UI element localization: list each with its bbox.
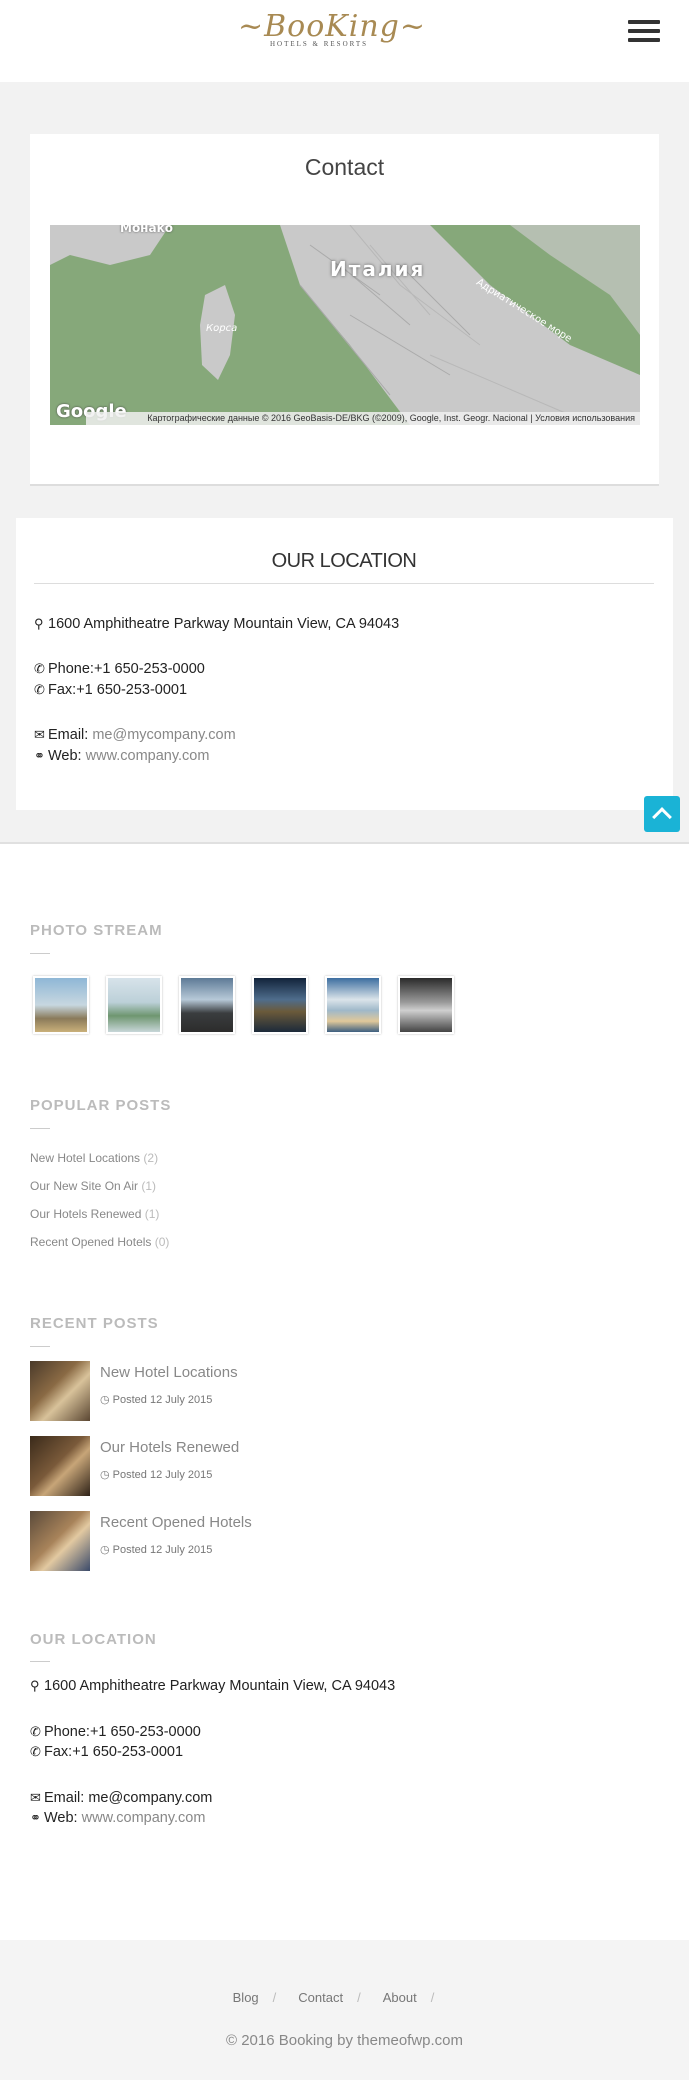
site-footer: Blog / Contact / About / © 2016 Booking by th… [0, 1940, 689, 2080]
recent-post-title[interactable]: Our Hotels Renewed [100, 1439, 239, 1456]
recent-post-date: ◷ Posted 12 July 2015 [100, 1394, 213, 1406]
fax-text: Fax:+1 650-253-0001 [48, 682, 188, 698]
widget-rule [30, 1346, 50, 1347]
hamburger-icon[interactable] [628, 20, 660, 44]
footer-phone-line: ✆ Phone:+1 650-253-0000 [30, 1724, 201, 1740]
post-thumbnail[interactable] [30, 1361, 90, 1421]
phone-icon: ✆ [34, 682, 45, 697]
web-label: Web: [48, 748, 82, 764]
contact-card: Contact Монако Италия Корса Адриатическо… [30, 134, 659, 486]
recent-post-title[interactable]: New Hotel Locations [100, 1364, 238, 1381]
footer-web-line: ⚭ Web: www.company.com [30, 1810, 206, 1826]
widget-rule [30, 953, 50, 954]
photo-thumbnail[interactable] [252, 976, 308, 1034]
clock-icon: ◷ [100, 1469, 110, 1481]
widget-rule [30, 1661, 50, 1662]
recent-post-title[interactable]: Recent Opened Hotels [100, 1514, 252, 1531]
web-link[interactable]: www.company.com [86, 748, 210, 764]
email-line: ✉ Email: me@mycompany.com [34, 727, 236, 743]
footer-location-title: OUR LOCATION [30, 1631, 157, 1648]
address-line: ⚲ 1600 Amphitheatre Parkway Mountain View… [34, 616, 399, 632]
address-text: 1600 Amphitheatre Parkway Mountain View,… [48, 616, 400, 632]
email-link[interactable]: me@mycompany.com [92, 727, 235, 743]
web-line: ⚭ Web: www.company.com [34, 748, 209, 764]
phone-text: Phone:+1 650-253-0000 [48, 661, 205, 677]
popular-post-item[interactable]: Recent Opened Hotels (0) [30, 1235, 169, 1249]
photo-thumbnail[interactable] [179, 976, 235, 1034]
footer-fax-line: ✆ Fax:+1 650-253-0001 [30, 1744, 184, 1760]
map-marker-icon: ⚲ [34, 616, 44, 631]
widget-rule [30, 1128, 50, 1129]
phone-line: ✆ Phone:+1 650-253-0000 [34, 661, 205, 677]
recent-post-date: ◷ Posted 12 July 2015 [100, 1544, 213, 1556]
footer-link-blog[interactable]: Blog [233, 1990, 259, 2005]
fax-line: ✆ Fax:+1 650-253-0001 [34, 682, 187, 698]
scroll-to-top-button[interactable] [644, 796, 680, 832]
photo-stream-title: PHOTO STREAM [30, 922, 163, 939]
photo-thumbnail[interactable] [398, 976, 454, 1034]
footer-link-contact[interactable]: Contact [298, 1990, 343, 2005]
location-card: OUR LOCATION ⚲ 1600 Amphitheatre Parkway … [16, 518, 673, 810]
recent-posts-title: RECENT POSTS [30, 1315, 159, 1332]
map-marker-icon: ⚲ [30, 1678, 40, 1693]
popular-post-item[interactable]: New Hotel Locations (2) [30, 1151, 158, 1165]
google-map[interactable]: Монако Италия Корса Адриатическое море G… [50, 225, 640, 425]
map-label-city: Монако [120, 225, 173, 235]
map-label-country: Италия [330, 257, 426, 281]
footer-web-link[interactable]: www.company.com [82, 1810, 206, 1826]
footer-email-line[interactable]: ✉ Email: me@company.com [30, 1790, 212, 1806]
footer-address-line: ⚲ 1600 Amphitheatre Parkway Mountain View… [30, 1678, 396, 1694]
post-thumbnail[interactable] [30, 1436, 90, 1496]
recent-post-date: ◷ Posted 12 July 2015 [100, 1469, 213, 1481]
photo-thumbnail[interactable] [325, 976, 381, 1034]
email-label: Email: [48, 727, 89, 743]
popular-posts-title: POPULAR POSTS [30, 1097, 172, 1114]
site-header: ~BooKing~ HOTELS & RESORTS [0, 0, 689, 82]
footer-link-about[interactable]: About [383, 1990, 417, 2005]
clock-icon: ◷ [100, 1544, 110, 1556]
page-title: Contact [304, 154, 385, 180]
chevron-up-icon [652, 807, 672, 827]
popular-post-item[interactable]: Our Hotels Renewed (1) [30, 1207, 159, 1221]
photo-thumbnail[interactable] [33, 976, 89, 1034]
popular-post-item[interactable]: Our New Site On Air (1) [30, 1179, 156, 1193]
post-thumbnail[interactable] [30, 1511, 90, 1571]
link-icon: ⚭ [34, 748, 45, 763]
link-icon: ⚭ [30, 1810, 41, 1825]
photo-thumbnail[interactable] [106, 976, 162, 1034]
phone-icon: ✆ [34, 661, 45, 676]
footer-nav: Blog / Contact / About / [232, 1990, 435, 2005]
phone-icon: ✆ [30, 1724, 41, 1739]
envelope-icon: ✉ [34, 727, 45, 742]
location-title: OUR LOCATION [34, 550, 654, 584]
site-logo[interactable]: ~BooKing~ HOTELS & RESORTS [238, 9, 426, 58]
logo-text: ~BooKing~ [238, 9, 426, 44]
copyright-text: © 2016 Booking by themeofwp.com [225, 2032, 464, 2049]
phone-icon: ✆ [30, 1744, 41, 1759]
envelope-icon: ✉ [30, 1790, 41, 1805]
clock-icon: ◷ [100, 1394, 110, 1406]
map-attribution[interactable]: Картографические данные © 2016 GeoBasis-… [86, 412, 640, 425]
map-label-island: Корса [206, 323, 238, 334]
